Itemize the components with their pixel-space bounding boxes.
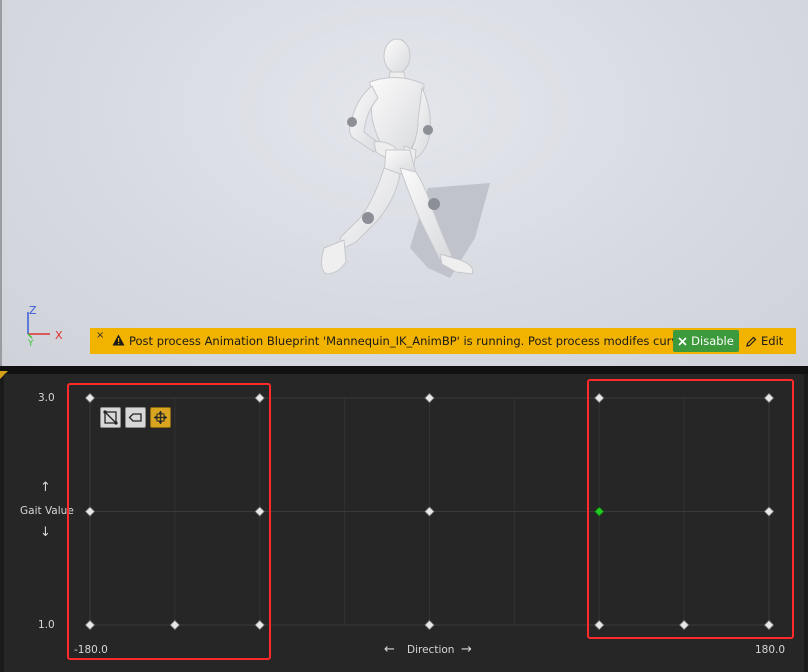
edit-button-label: Edit (761, 334, 784, 348)
disable-button[interactable]: Disable (673, 330, 739, 352)
mannequin-leg-back (339, 167, 401, 249)
notification-message: Post process Animation Blueprint 'Manneq… (129, 334, 695, 348)
mannequin-character[interactable] (300, 28, 510, 290)
edit-button[interactable]: Edit (746, 330, 792, 352)
down-arrow-icon: ↓ (40, 525, 51, 540)
axis-y-label: Y (27, 339, 34, 349)
close-icon (678, 336, 687, 346)
mannequin-foot-back (320, 239, 347, 275)
blend-space-editor[interactable]: 3.0 1.0 ↑ Gait Value ↓ -180.0 180.0 ← Di… (4, 374, 804, 672)
post-process-notification: × Post process Animation Blueprint 'Mann… (90, 328, 796, 354)
mannequin-joint-knee-front (428, 198, 440, 210)
right-arrow-icon: → (461, 642, 472, 657)
up-arrow-icon: ↑ (40, 480, 51, 495)
disable-button-label: Disable (691, 334, 734, 348)
mannequin-joint-elbow-left (423, 125, 433, 135)
left-arrow-icon: ← (384, 642, 395, 657)
highlight-box-right (587, 379, 794, 639)
animation-viewport[interactable]: Z X Y × Post process Animation Blueprint… (0, 0, 808, 366)
highlight-box-left (67, 383, 271, 660)
axis-z-label: Z (29, 304, 37, 317)
mannequin-joint-elbow (347, 117, 357, 127)
axis-gizmo: Z X Y (27, 304, 63, 349)
y-axis-label: Gait Value (20, 505, 74, 517)
y-axis-max-label: 3.0 (38, 392, 55, 404)
x-axis-max-label: 180.0 (755, 644, 786, 656)
panel-separator[interactable] (0, 366, 808, 374)
mannequin-joint-knee (362, 212, 374, 224)
pencil-icon (746, 336, 757, 347)
y-axis-min-label: 1.0 (38, 619, 55, 631)
close-icon[interactable]: × (96, 331, 104, 341)
x-axis-label: Direction (407, 644, 455, 656)
viewport-edge (0, 0, 2, 366)
mannequin-head (383, 38, 411, 74)
warning-icon (112, 334, 125, 346)
axis-x-label: X (55, 329, 63, 342)
